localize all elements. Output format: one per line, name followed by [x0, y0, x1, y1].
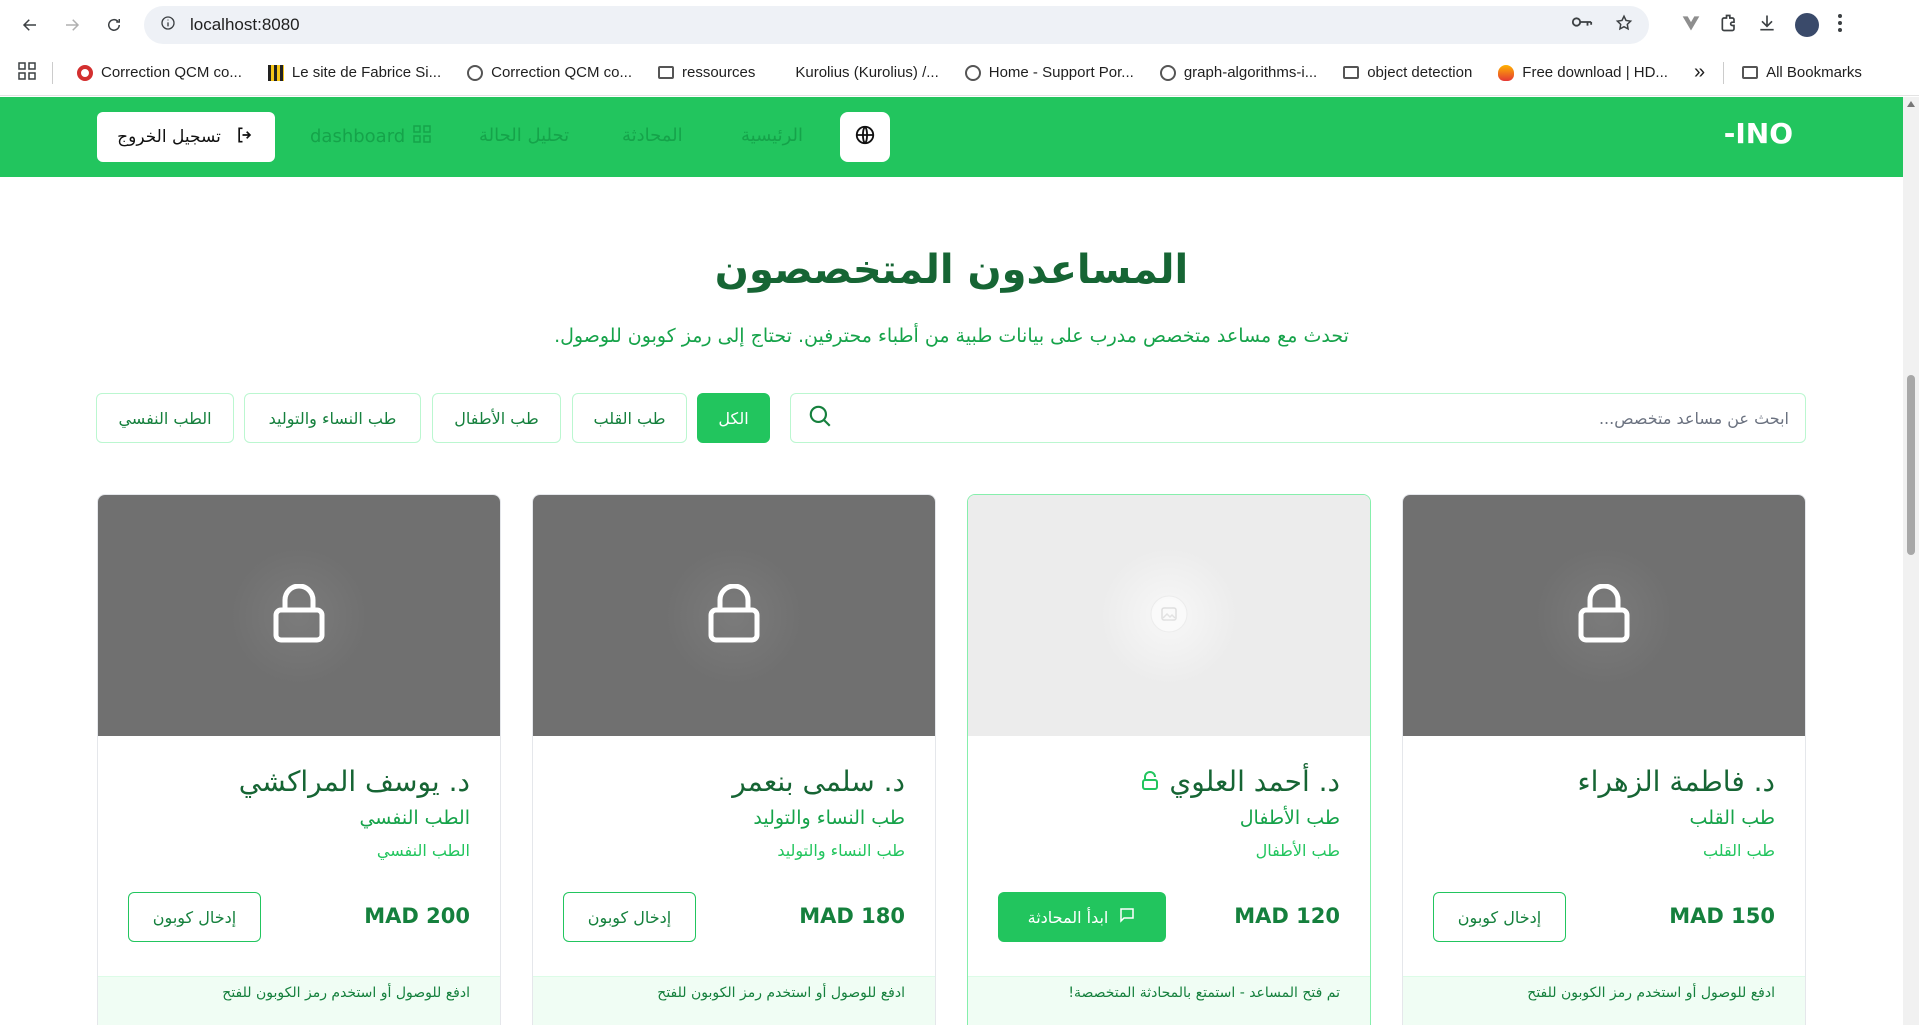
card-price: MAD 200	[364, 904, 470, 928]
bookmark-item[interactable]: Kurolius (Kurolius) /...	[773, 64, 946, 81]
card-price: MAD 150	[1669, 904, 1775, 928]
apps-grid-icon[interactable]	[18, 61, 36, 84]
globe-icon	[1159, 64, 1176, 81]
assistant-card[interactable]: د. سلمى بنعمر طب النساء والتوليد طب النس…	[532, 494, 936, 1025]
bookmark-item[interactable]: Correction QCM co...	[459, 64, 640, 81]
bookmark-item[interactable]: Le site de Fabrice Si...	[260, 64, 449, 81]
scrollbar-thumb[interactable]	[1907, 375, 1915, 555]
bookmark-item[interactable]: object detection	[1335, 64, 1480, 81]
browser-toolbar: localhost:8080	[0, 0, 1919, 50]
url-text[interactable]: localhost:8080	[190, 15, 1557, 35]
card-name: د. أحمد العلوي	[1141, 765, 1340, 798]
filter-obgyn[interactable]: طب النساء والتوليد	[244, 393, 421, 443]
card-image	[1403, 495, 1805, 736]
card-image	[98, 495, 500, 736]
forward-icon[interactable]	[54, 7, 90, 43]
more-bookmarks-icon[interactable]: »	[1694, 61, 1705, 84]
nav-link-chat[interactable]: المحادثة	[622, 125, 683, 146]
assistant-card[interactable]: د. أحمد العلوي طب الأطفال طب الأطفال MAD…	[967, 494, 1371, 1025]
bookmark-item[interactable]: Free download | HD...	[1490, 64, 1676, 81]
vue-devtools-icon[interactable]	[1681, 14, 1701, 36]
search-icon	[807, 403, 833, 433]
dashboard-grid-icon	[413, 125, 431, 148]
qr-icon	[267, 64, 284, 81]
unlocked-icon	[1141, 765, 1159, 798]
card-footer: ادفع للوصول أو استخدم رمز الكوبون للفتح	[533, 976, 935, 1025]
logout-button[interactable]: تسجيل الخروج	[97, 112, 275, 162]
card-name: د. يوسف المراكشي	[238, 765, 470, 798]
password-key-icon[interactable]	[1571, 14, 1593, 36]
filter-psychiatry[interactable]: الطب النفسي	[96, 393, 234, 443]
assistant-card[interactable]: د. فاطمة الزهراء طب القلب طب القلب MAD 1…	[1402, 494, 1806, 1025]
card-name: د. فاطمة الزهراء	[1577, 765, 1776, 798]
bookmark-item[interactable]: Correction QCM co...	[69, 64, 250, 81]
start-chat-button[interactable]: ابدأ المحادثة	[998, 892, 1166, 942]
enter-coupon-button[interactable]: إدخال كوبون	[563, 892, 696, 942]
card-specialty: الطب النفسي	[359, 807, 470, 829]
site-info-icon[interactable]	[160, 15, 176, 35]
nav-link-home[interactable]: الرئيسية	[741, 125, 803, 146]
filter-all[interactable]: الكل	[697, 393, 770, 443]
language-button[interactable]	[840, 112, 890, 162]
nav-link-analysis[interactable]: تحليل الحالة	[479, 125, 569, 146]
bookmark-star-icon[interactable]	[1615, 14, 1633, 36]
enter-coupon-button[interactable]: إدخال كوبون	[128, 892, 261, 942]
enter-coupon-button[interactable]: إدخال كوبون	[1433, 892, 1566, 942]
card-specialty-tag: طب النساء والتوليد	[777, 841, 905, 860]
menu-kebab-icon[interactable]	[1837, 13, 1843, 37]
page-scrollbar[interactable]	[1903, 97, 1919, 1025]
fire-icon	[1498, 64, 1515, 81]
card-name: د. سلمى بنعمر	[732, 765, 905, 798]
filter-pediatrics[interactable]: طب الأطفال	[432, 393, 561, 443]
download-icon[interactable]	[1757, 13, 1777, 37]
chat-bubble-icon	[1118, 906, 1136, 928]
logout-icon	[235, 125, 255, 150]
extensions-icon[interactable]	[1719, 13, 1739, 37]
card-specialty: طب الأطفال	[1239, 807, 1340, 829]
folder-icon	[1343, 66, 1360, 79]
bookmark-item[interactable]: graph-algorithms-i...	[1152, 64, 1325, 81]
card-footer: تم فتح المساعد - استمتع بالمحادثة المتخص…	[968, 976, 1370, 1025]
profile-avatar[interactable]	[1795, 13, 1819, 37]
nav-link-dashboard[interactable]: dashboard	[310, 125, 431, 148]
card-image	[533, 495, 935, 736]
assistant-card[interactable]: د. يوسف المراكشي الطب النفسي الطب النفسي…	[97, 494, 501, 1025]
card-footer: ادفع للوصول أو استخدم رمز الكوبون للفتح	[98, 976, 500, 1025]
reload-icon[interactable]	[96, 7, 132, 43]
target-icon	[77, 64, 93, 81]
globe-icon	[964, 64, 981, 81]
card-image	[968, 495, 1370, 736]
top-navbar: -INO الرئيسية المحادثة تحليل الحالة dash…	[0, 97, 1903, 177]
folder-icon	[1742, 66, 1759, 79]
search-box	[790, 393, 1806, 443]
globe-icon	[467, 64, 484, 81]
page-subtitle: تحدث مع مساعد متخصص مدرب على بيانات طبية…	[554, 325, 1349, 347]
address-bar[interactable]: localhost:8080	[144, 6, 1649, 44]
card-specialty: طب النساء والتوليد	[753, 807, 905, 829]
card-specialty-tag: الطب النفسي	[376, 841, 470, 860]
card-specialty: طب القلب	[1689, 807, 1775, 829]
filter-cardiology[interactable]: طب القلب	[572, 393, 687, 443]
back-icon[interactable]	[12, 7, 48, 43]
card-price: MAD 120	[1234, 904, 1340, 928]
card-footer: ادفع للوصول أو استخدم رمز الكوبون للفتح	[1403, 976, 1805, 1025]
card-price: MAD 180	[799, 904, 905, 928]
logo[interactable]: -INO	[1724, 117, 1793, 150]
folder-icon	[658, 66, 674, 79]
bookmark-item[interactable]: Home - Support Por...	[957, 64, 1142, 81]
card-specialty-tag: طب الأطفال	[1255, 841, 1340, 860]
page-viewport: -INO الرئيسية المحادثة تحليل الحالة dash…	[0, 97, 1903, 1025]
bookmarks-bar: Correction QCM co... Le site de Fabrice …	[0, 50, 1919, 96]
page-title: المساعدون المتخصصون	[714, 247, 1189, 293]
bookmark-item[interactable]: ressources	[650, 64, 763, 81]
globe-icon	[854, 124, 876, 150]
scroll-up-arrow-icon[interactable]	[1907, 101, 1915, 107]
card-specialty-tag: طب القلب	[1703, 841, 1775, 860]
all-bookmarks[interactable]: All Bookmarks	[1734, 64, 1870, 81]
search-input[interactable]	[833, 408, 1789, 428]
